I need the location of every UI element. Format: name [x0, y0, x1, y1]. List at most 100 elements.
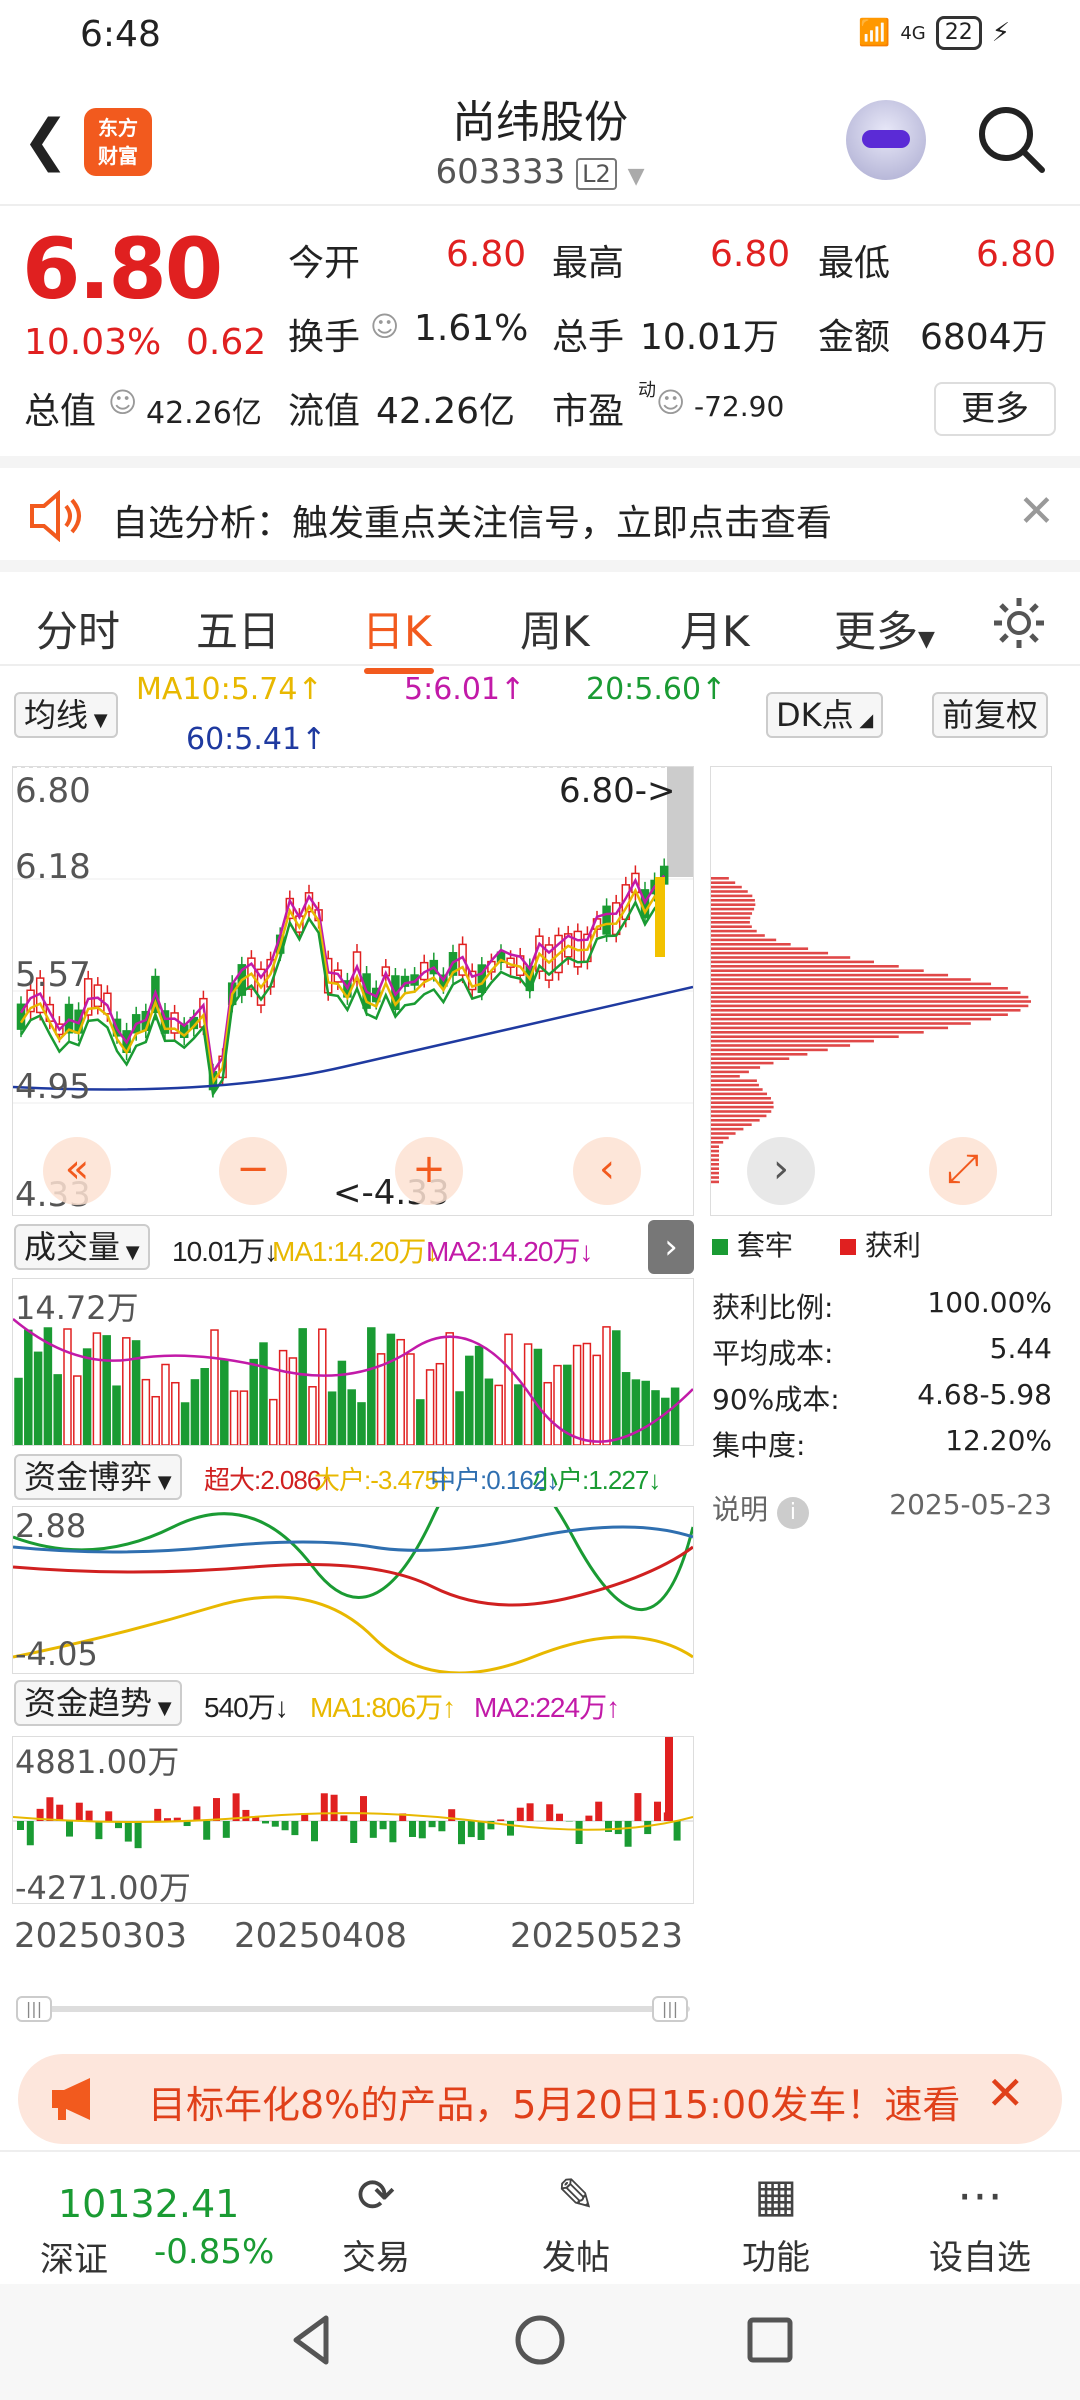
collapse-icon[interactable]: ›: [648, 1220, 694, 1274]
chip-bar: [711, 1136, 729, 1140]
chip-bar: [711, 982, 992, 986]
index-value[interactable]: 10132.41: [58, 2182, 239, 2226]
zoom-out-icon[interactable]: −: [219, 1137, 287, 1205]
recents-square-icon[interactable]: [740, 2310, 800, 2370]
nav-functions[interactable]: ▦ 功能: [696, 2160, 856, 2279]
volume-bar: [602, 1326, 611, 1446]
index-pct[interactable]: -0.85%: [154, 2232, 274, 2272]
fast-back-icon[interactable]: «: [43, 1137, 111, 1205]
trend-bar: [56, 1804, 64, 1821]
trend-bar: [134, 1821, 142, 1849]
chip-bar: [711, 916, 751, 920]
trend-bar: [379, 1821, 387, 1830]
chip-bar: [711, 1158, 719, 1162]
trend-bar: [428, 1821, 436, 1828]
pe-sup: 动: [638, 380, 656, 401]
home-circle-icon[interactable]: [510, 2310, 570, 2370]
fund-chart[interactable]: 2.88 -4.05: [12, 1455, 695, 1675]
chip-bar: [711, 973, 949, 977]
chip-bar: [711, 1127, 744, 1131]
index-name[interactable]: 深证: [40, 2232, 108, 2281]
ma-legend: 均线 ▼ MA10:5.74↑ 5:6.01↑ 20:5.60↑ 60:5.41…: [0, 668, 1080, 768]
trend-select[interactable]: 资金趋势 ▼: [14, 1680, 182, 1726]
close-icon[interactable]: ✕: [986, 2066, 1025, 2120]
chip-bar: [711, 1110, 772, 1113]
chip-bar: [711, 987, 1008, 990]
tab-rik[interactable]: 日K: [362, 598, 432, 659]
close-icon[interactable]: ✕: [1018, 486, 1055, 537]
amount-label: 金额: [818, 317, 891, 358]
fullscreen-icon[interactable]: ⤢: [929, 1137, 997, 1205]
stat-note[interactable]: 说明 i 2025-05-23: [712, 1488, 1052, 1529]
trend-bar: [271, 1821, 279, 1827]
kline-chart[interactable]: 6.80 6.18 5.57 4.95 4.33 6.80-> <-4.33 «…: [12, 766, 694, 1216]
scroll-handle-left[interactable]: |||: [16, 1996, 52, 2022]
volume-bar: [327, 1391, 337, 1446]
chip-bar: [711, 1075, 740, 1078]
volume-bar: [582, 1342, 592, 1446]
gear-icon[interactable]: [990, 594, 1048, 652]
search-icon[interactable]: [976, 104, 1046, 174]
candle: [93, 984, 103, 1008]
trend-bar: [75, 1802, 83, 1821]
nav-post[interactable]: ✎ 发帖: [496, 2160, 656, 2279]
range-scrollbar[interactable]: ||| |||: [16, 1996, 690, 2022]
chip-bar: [711, 1017, 992, 1021]
stat-row: 90%成本: 4.68-5.98: [712, 1378, 1052, 1416]
more-button[interactable]: 更多: [934, 382, 1056, 436]
ma10-value: MA10:5.74↑: [136, 672, 323, 707]
fund-select[interactable]: 资金博弈 ▼: [14, 1454, 182, 1500]
trend-bar: [66, 1821, 73, 1837]
chip-bar: [711, 934, 765, 937]
info-icon[interactable]: ☺: [370, 310, 399, 343]
promo-banner[interactable]: 目标年化8%的产品，5月20日15:00发车！速看 ✕: [18, 2054, 1062, 2144]
step-back-icon[interactable]: ‹: [573, 1137, 641, 1205]
dk-select[interactable]: DK点 ◢: [766, 692, 884, 738]
nav-add-watch[interactable]: ⋯ 设自选: [900, 2160, 1060, 2279]
scroll-handle-right[interactable]: |||: [652, 1996, 688, 2022]
volume-bar: [504, 1333, 513, 1446]
nav-trade[interactable]: ⟳ 交易: [296, 2160, 456, 2279]
analysis-notice[interactable]: 自选分析：触发重点关注信号，立即点击查看 ✕: [0, 456, 1080, 560]
zoom-in-icon[interactable]: +: [395, 1137, 463, 1205]
volume-bar: [661, 1397, 670, 1446]
tab-zhouk[interactable]: 周K: [520, 598, 590, 659]
chip-bar: [711, 965, 899, 968]
volume-bar: [112, 1385, 121, 1446]
chip-bar: [711, 947, 809, 950]
expand-panel-icon[interactable]: ›: [747, 1137, 815, 1205]
info-icon: i: [776, 1497, 809, 1529]
ma20-value: 20:5.60↑: [586, 672, 727, 707]
robot-avatar[interactable]: [846, 100, 926, 180]
back-triangle-icon[interactable]: [282, 2310, 342, 2370]
info-icon[interactable]: ☺: [656, 386, 685, 419]
high-value: 6.80: [710, 234, 791, 275]
trend-bar: [340, 1815, 348, 1821]
tab-more[interactable]: 更多▼: [834, 598, 935, 659]
volume-bar: [82, 1348, 92, 1446]
volume-bar: [367, 1327, 376, 1446]
price-label: 6.18: [15, 847, 91, 887]
chip-bar: [711, 1119, 760, 1122]
status-bar: 6:48 📶 4G 22 ⚡: [0, 0, 1080, 72]
status-icons: 📶 4G 22 ⚡: [858, 16, 1010, 50]
volume-ma1: MA1:14.20万↓: [272, 1236, 439, 1267]
notice-text: 自选分析：触发重点关注信号，立即点击查看: [112, 503, 833, 544]
volume-bar: [249, 1358, 258, 1446]
ma-select[interactable]: 均线 ▼: [14, 692, 118, 738]
volume-chart[interactable]: 14.72万: [12, 1278, 694, 1446]
chip-distribution[interactable]: › ⤢: [710, 766, 1052, 1216]
info-icon[interactable]: ☺: [108, 386, 137, 419]
stat-row: 集中度: 12.20%: [712, 1424, 1052, 1462]
fund-small: 小户:1.227↓: [532, 1465, 661, 1495]
tab-yuek[interactable]: 月K: [680, 598, 750, 659]
tab-fenshi[interactable]: 分时: [36, 598, 120, 659]
trend-chart[interactable]: 4881.00万 -4271.00万: [12, 1736, 694, 1907]
adjust-select[interactable]: 前复权: [932, 692, 1049, 738]
tab-wuri[interactable]: 五日: [196, 598, 280, 659]
volume-ma2: MA2:14.20万↓: [426, 1236, 593, 1267]
volume-select[interactable]: 成交量 ▼: [14, 1224, 150, 1270]
chip-bar: [711, 938, 777, 942]
low-label: 最低: [818, 243, 891, 284]
volume-bar: [670, 1387, 680, 1446]
